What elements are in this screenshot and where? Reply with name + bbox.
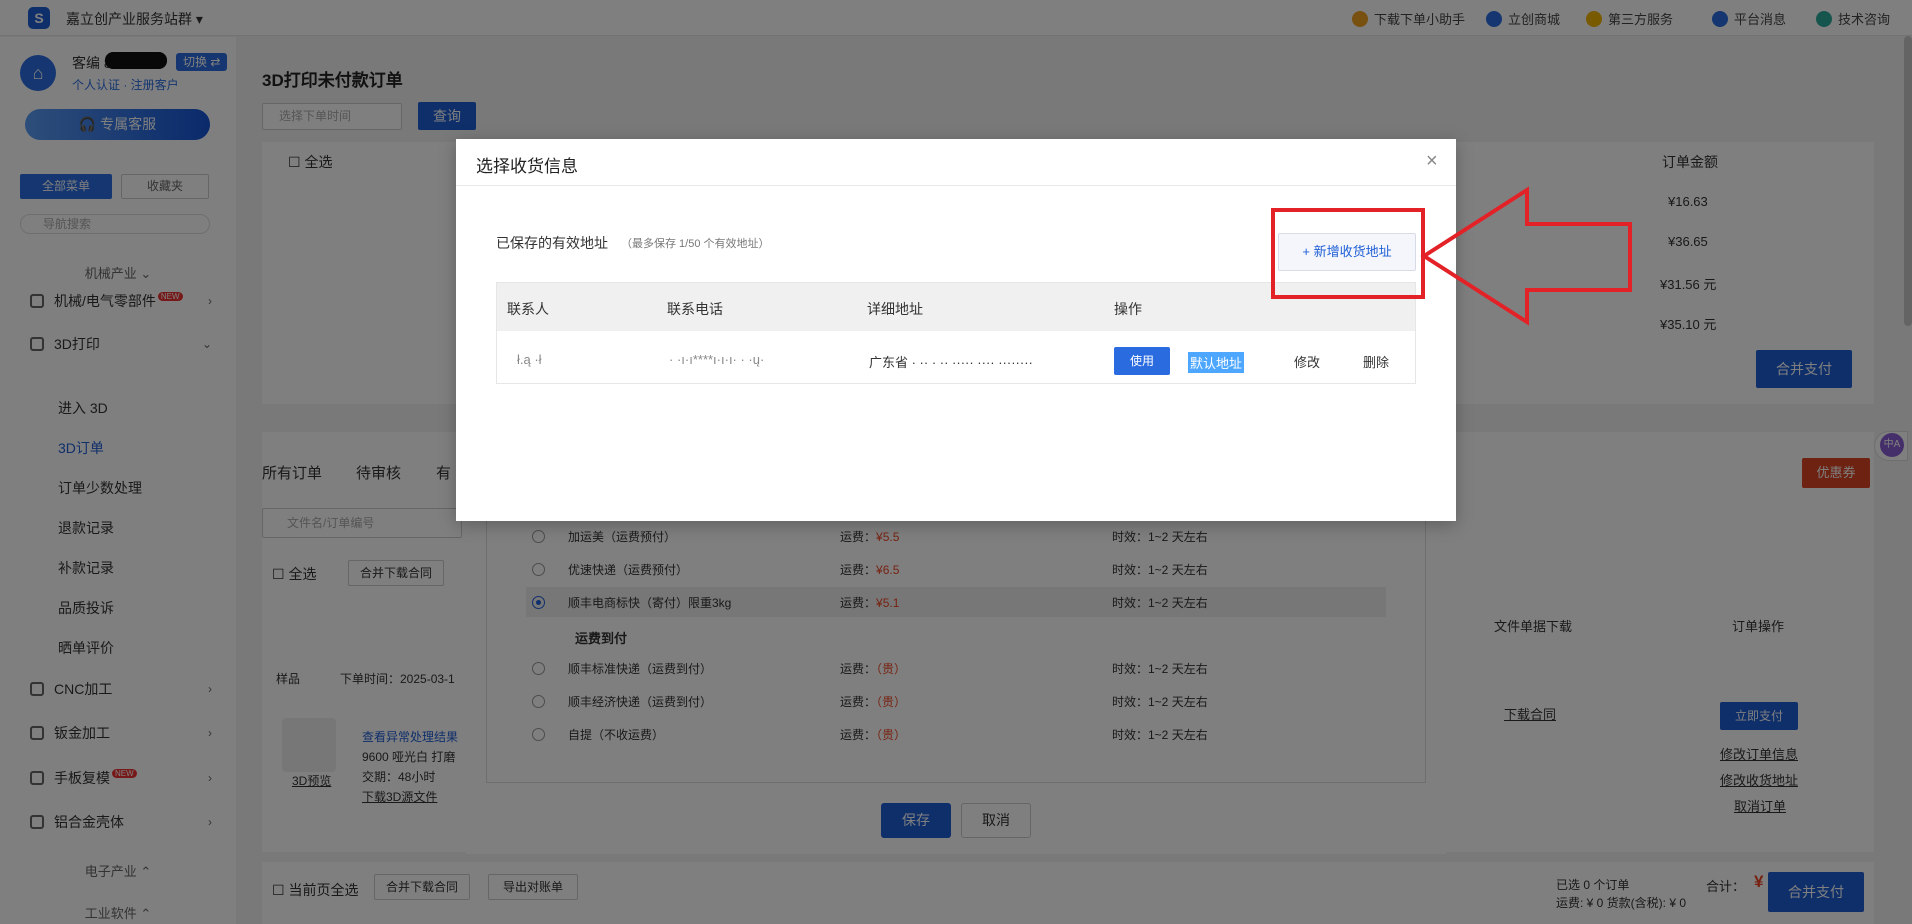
- annotation-highlight-box: [1271, 208, 1425, 299]
- phone-cell: · ·ı·ı****ı·ı·ı· · ·ų·: [669, 352, 765, 367]
- header-contact: 联系人: [507, 301, 549, 317]
- address-modal: 选择收货信息 × 已保存的有效地址 （最多保存 1/50 个有效地址） + 新增…: [456, 139, 1456, 521]
- header-address: 详细地址: [867, 301, 923, 317]
- header-phone: 联系电话: [667, 301, 723, 317]
- contact-cell: ł.ą ·ł: [517, 352, 542, 367]
- annotation-arrow-icon: [1420, 186, 1632, 326]
- default-address-badge[interactable]: 默认地址: [1188, 352, 1245, 373]
- header-actions: 操作: [1114, 301, 1142, 317]
- edit-address-button[interactable]: 修改: [1294, 352, 1320, 371]
- saved-address-label: 已保存的有效地址: [496, 235, 608, 251]
- address-cell: 广东省 · ·· · ·· ····· ···· ········: [869, 355, 1033, 370]
- saved-address-note: （最多保存 1/50 个有效地址）: [621, 238, 770, 250]
- modal-title: 选择收货信息: [476, 157, 578, 176]
- close-icon[interactable]: ×: [1426, 151, 1438, 171]
- delete-address-button[interactable]: 删除: [1363, 352, 1389, 371]
- divider: [456, 185, 1456, 186]
- use-address-button[interactable]: 使用: [1114, 347, 1170, 375]
